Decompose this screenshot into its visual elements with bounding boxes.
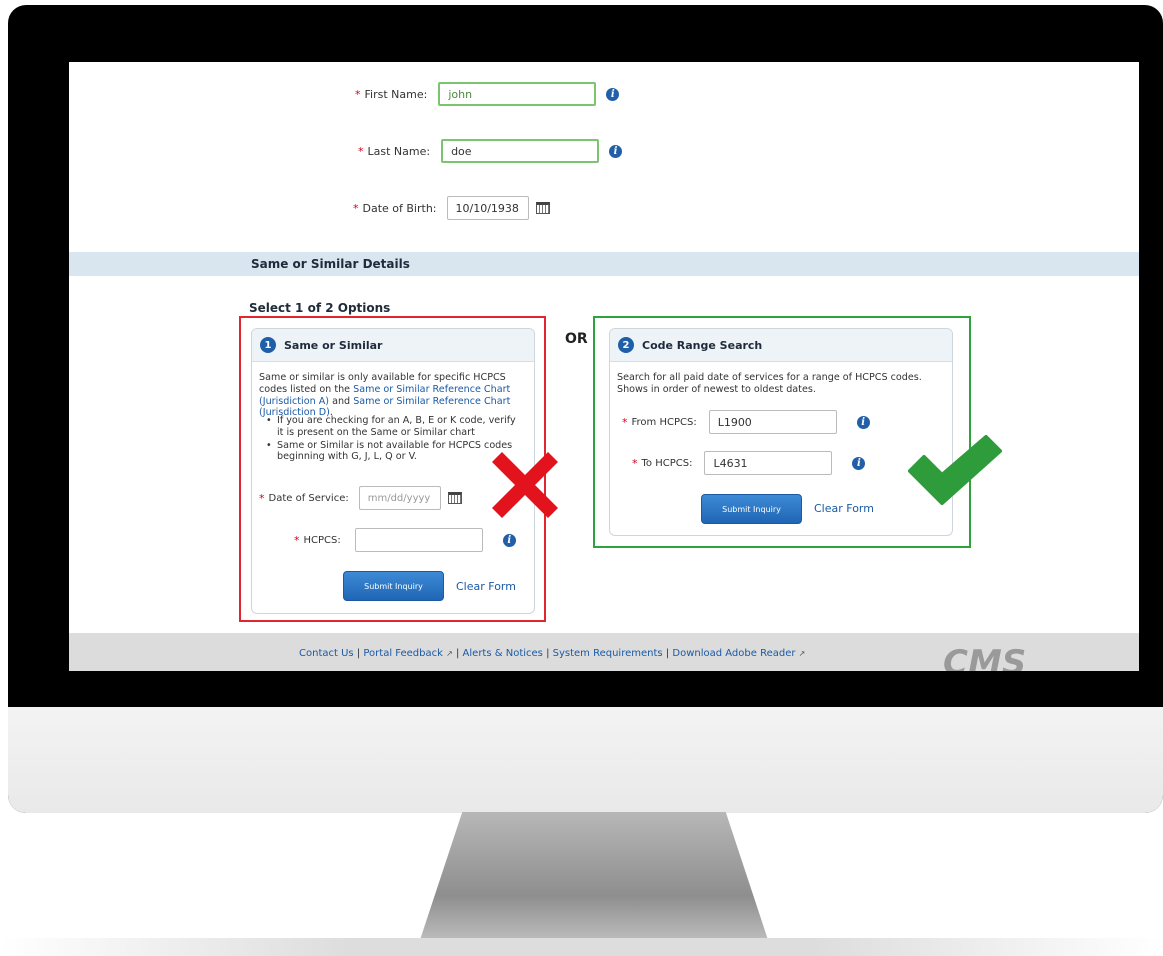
or-label: OR — [565, 331, 588, 347]
last-name-input[interactable]: doe — [441, 139, 600, 163]
options-subtitle: Select 1 of 2 Options — [249, 301, 391, 315]
alerts-notices-link[interactable]: Alerts & Notices — [463, 648, 543, 659]
dob-row: * Date of Birth: 10/10/1938 — [353, 196, 550, 220]
external-link-icon: ↗ — [446, 649, 453, 658]
dob-label: Date of Birth: — [362, 201, 437, 215]
external-link-icon: ↗ — [798, 649, 806, 658]
section-header: Same or Similar Details — [69, 252, 1139, 276]
red-x-icon — [492, 452, 558, 518]
required-marker: * — [355, 87, 361, 101]
separator: | — [356, 648, 361, 659]
screen: * First Name: john i * Last Name: doe i … — [69, 62, 1139, 671]
required-marker: * — [353, 201, 359, 215]
separator: | — [546, 648, 550, 659]
stand-shadow — [0, 938, 1163, 956]
portal-feedback-link[interactable]: Portal Feedback — [363, 648, 443, 659]
first-name-row: * First Name: john i — [355, 82, 620, 106]
green-highlight-box — [593, 316, 971, 548]
info-icon[interactable]: i — [606, 87, 620, 101]
separator: | — [455, 648, 460, 659]
info-icon[interactable]: i — [609, 144, 623, 158]
first-name-input[interactable]: john — [438, 82, 597, 106]
last-name-row: * Last Name: doe i — [358, 139, 623, 163]
green-check-icon — [908, 435, 1002, 505]
monitor-stand — [416, 812, 772, 952]
separator: | — [665, 648, 670, 659]
section-title: Same or Similar Details — [251, 257, 410, 271]
last-name-label: Last Name: — [367, 144, 431, 158]
system-requirements-link[interactable]: System Requirements — [553, 648, 663, 659]
contact-us-link[interactable]: Contact Us — [299, 648, 354, 659]
required-marker: * — [358, 144, 364, 158]
monitor-chin — [8, 707, 1163, 813]
calendar-icon[interactable] — [535, 202, 550, 214]
cms-logo: CMS — [943, 643, 1027, 671]
first-name-label: First Name: — [364, 87, 428, 101]
monitor-frame: * First Name: john i * Last Name: doe i … — [8, 5, 1163, 813]
footer: Contact Us | Portal Feedback ↗ | Alerts … — [69, 633, 1139, 671]
dob-input[interactable]: 10/10/1938 — [446, 196, 529, 220]
download-adobe-link[interactable]: Download Adobe Reader — [672, 648, 795, 659]
footer-links: Contact Us | Portal Feedback ↗ | Alerts … — [299, 648, 805, 659]
